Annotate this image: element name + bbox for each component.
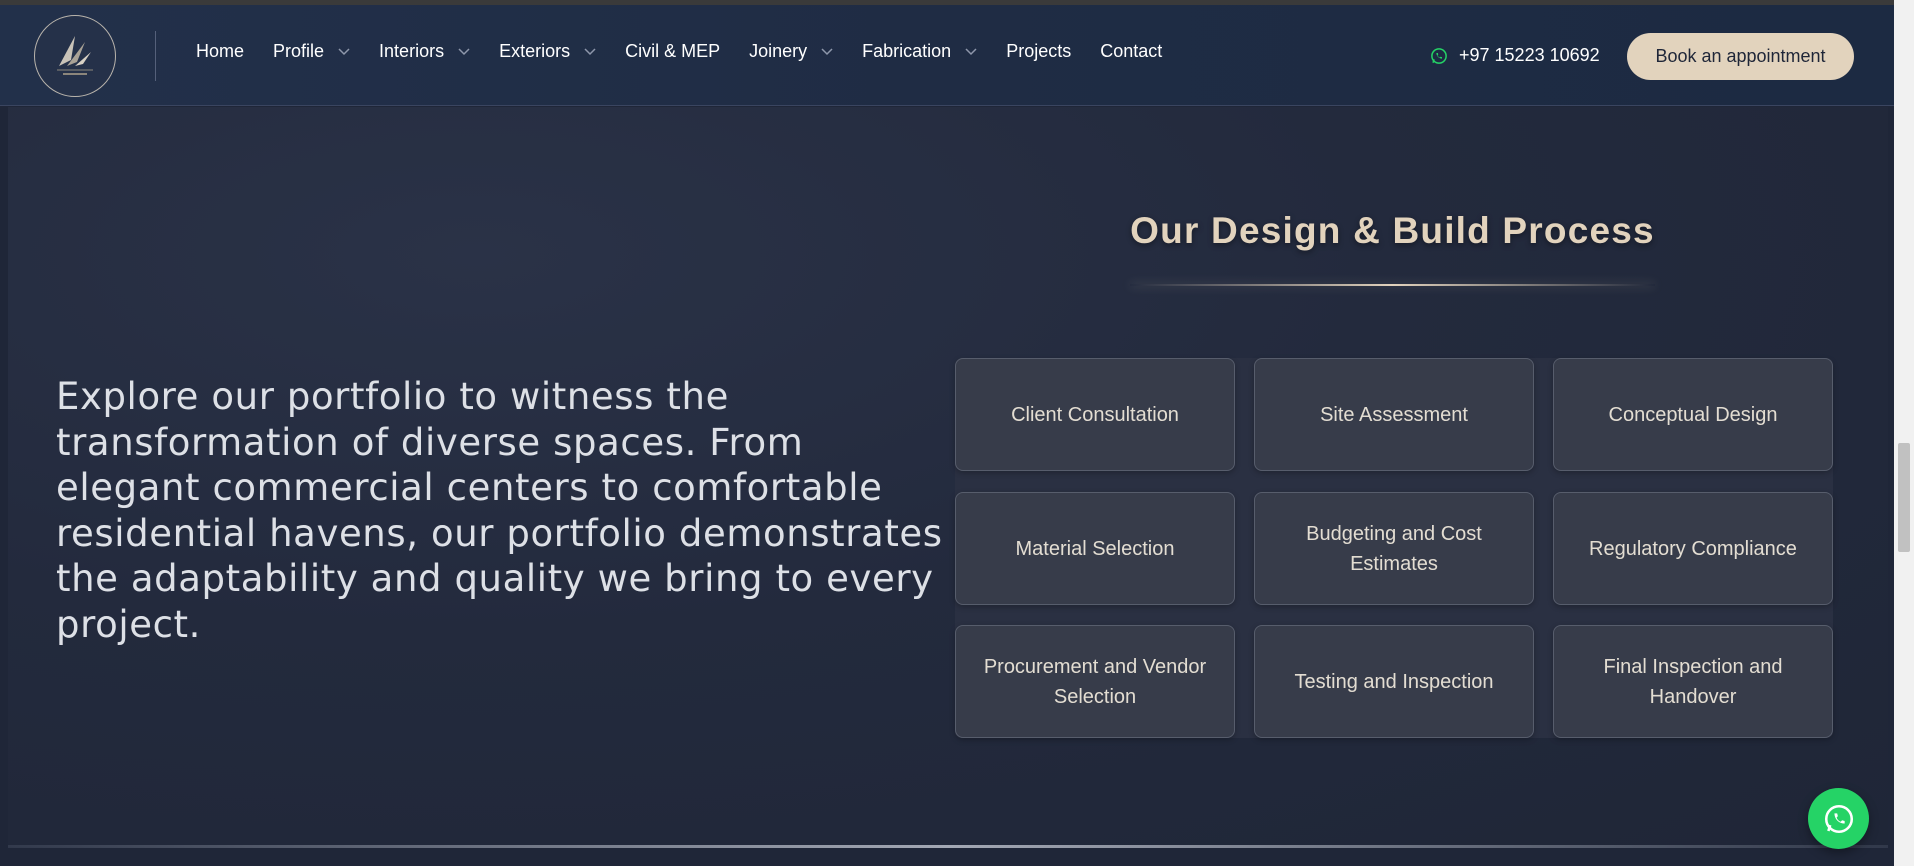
process-step: Regulatory Compliance: [1553, 492, 1833, 605]
section-bottom-divider: [8, 845, 1888, 848]
process-step: Site Assessment: [1254, 358, 1534, 471]
header-divider: [155, 31, 156, 81]
whatsapp-icon: [1824, 804, 1853, 833]
nav-label: Civil & MEP: [625, 41, 721, 61]
book-appointment-button[interactable]: Book an appointment: [1627, 33, 1854, 80]
process-steps-grid: Client Consultation Site Assessment Conc…: [955, 358, 1833, 738]
nav-label: Profile: [273, 41, 325, 61]
process-step: Final Inspection and Handover: [1553, 625, 1833, 738]
process-title: Our Design & Build Process: [1130, 210, 1655, 251]
nav-item-contact[interactable]: Contact: [1100, 41, 1162, 62]
nav-item-home[interactable]: Home: [196, 41, 244, 62]
site-header: Home Profile Interiors Exteriors Civil &…: [0, 5, 1894, 106]
logo-emblem-icon: [57, 36, 93, 75]
process-step: Testing and Inspection: [1254, 625, 1534, 738]
scrollbar-thumb[interactable]: [1898, 443, 1910, 552]
nav-item-profile[interactable]: Profile: [273, 41, 350, 62]
process-step: Client Consultation: [955, 358, 1235, 471]
whatsapp-floating-button[interactable]: [1808, 788, 1869, 849]
chevron-down-icon: [458, 47, 470, 56]
nav-item-interiors[interactable]: Interiors: [379, 41, 470, 62]
whatsapp-icon: [1430, 47, 1448, 65]
chevron-down-icon: [821, 47, 833, 56]
title-underline: [1130, 284, 1655, 286]
chevron-down-icon: [965, 47, 977, 56]
chevron-down-icon: [584, 47, 596, 56]
nav-label: Contact: [1100, 41, 1163, 61]
nav-item-civil-mep[interactable]: Civil & MEP: [625, 41, 720, 62]
process-step: Budgeting and Cost Estimates: [1254, 492, 1534, 605]
process-step: Procurement and Vendor Selection: [955, 625, 1235, 738]
nav-label: Exteriors: [499, 41, 571, 61]
nav-item-fabrication[interactable]: Fabrication: [862, 41, 977, 62]
nav-item-joinery[interactable]: Joinery: [749, 41, 833, 62]
chevron-down-icon: [338, 47, 350, 56]
nav-label: Interiors: [379, 41, 445, 61]
process-step: Material Selection: [955, 492, 1235, 605]
portfolio-intro-text: Explore our portfolio to witness the tra…: [56, 375, 943, 646]
phone-number: +97 15223 10692: [1459, 45, 1600, 65]
site-logo[interactable]: [34, 15, 116, 97]
main-nav: Home Profile Interiors Exteriors Civil &…: [196, 41, 1191, 62]
nav-label: Home: [196, 41, 245, 61]
nav-label: Fabrication: [862, 41, 952, 61]
phone-link[interactable]: +97 15223 10692: [1430, 45, 1600, 66]
scrollbar[interactable]: [1894, 0, 1914, 866]
nav-label: Joinery: [749, 41, 808, 61]
nav-item-exteriors[interactable]: Exteriors: [499, 41, 596, 62]
nav-item-projects[interactable]: Projects: [1006, 41, 1071, 62]
nav-label: Projects: [1006, 41, 1072, 61]
process-step: Conceptual Design: [1553, 358, 1833, 471]
